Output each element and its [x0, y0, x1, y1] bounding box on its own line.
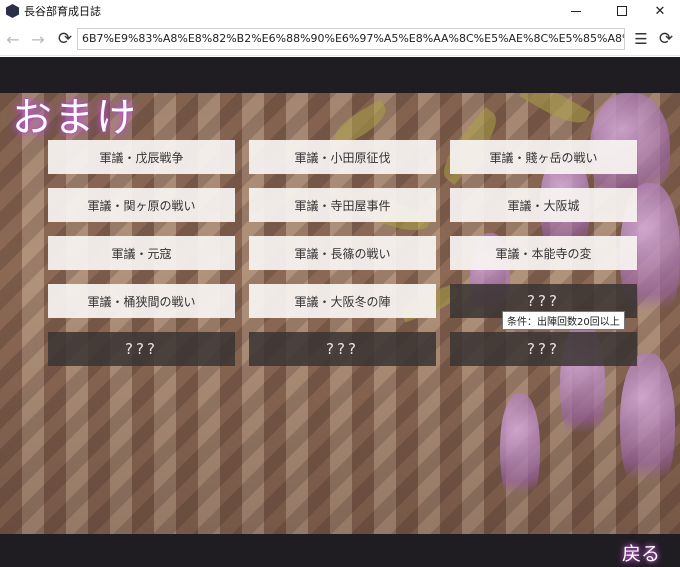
- back-arrow-icon[interactable]: ←: [3, 29, 23, 49]
- wisteria-decoration: [620, 353, 675, 503]
- window-titlebar: 長谷部育成日誌 ✕: [0, 0, 680, 22]
- forward-arrow-icon[interactable]: →: [28, 29, 48, 49]
- unlock-condition-tooltip: 条件：出陣回数20回以上: [502, 311, 625, 330]
- address-bar[interactable]: 6B7%E9%83%A8%E8%82%B2%E6%88%90%E6%97%A5%…: [77, 28, 625, 50]
- refresh-icon[interactable]: ⟳: [656, 29, 676, 49]
- locked-scenario-button[interactable]: ???: [249, 332, 436, 366]
- locked-scenario-button[interactable]: ???: [450, 332, 637, 366]
- wisteria-decoration: [500, 393, 540, 513]
- page-title: おまけ: [12, 95, 138, 141]
- minimize-button[interactable]: [553, 0, 599, 22]
- scenario-button[interactable]: 軍議・寺田屋事件: [249, 188, 436, 222]
- scenario-button[interactable]: 軍議・大阪城: [450, 188, 637, 222]
- scenario-button[interactable]: 軍議・賤ヶ岳の戦い: [450, 140, 637, 174]
- browser-toolbar: ← → ⟳ 6B7%E9%83%A8%E8%82%B2%E6%88%90%E6%…: [0, 22, 680, 56]
- scenario-button[interactable]: 軍議・大阪冬の陣: [249, 284, 436, 318]
- locked-scenario-button[interactable]: ???: [48, 332, 235, 366]
- scenario-button[interactable]: 軍議・桶狭間の戦い: [48, 284, 235, 318]
- scenario-button[interactable]: 軍議・小田原征伐: [249, 140, 436, 174]
- app-icon: [6, 4, 19, 18]
- scenario-button[interactable]: 軍議・関ヶ原の戦い: [48, 188, 235, 222]
- reload-icon[interactable]: ⟳: [55, 29, 75, 49]
- window-title: 長谷部育成日誌: [24, 5, 101, 18]
- scenario-button[interactable]: 軍議・本能寺の変: [450, 236, 637, 270]
- back-button[interactable]: 戻る: [622, 539, 660, 566]
- menu-icon[interactable]: ☰: [631, 29, 651, 49]
- scenario-button[interactable]: 軍議・元寇: [48, 236, 235, 270]
- scenario-button[interactable]: 軍議・長篠の戦い: [249, 236, 436, 270]
- maximize-icon: [617, 6, 627, 16]
- minimize-icon: [571, 10, 581, 12]
- close-button[interactable]: ✕: [637, 0, 680, 22]
- scenario-button[interactable]: 軍議・戊辰戦争: [48, 140, 235, 174]
